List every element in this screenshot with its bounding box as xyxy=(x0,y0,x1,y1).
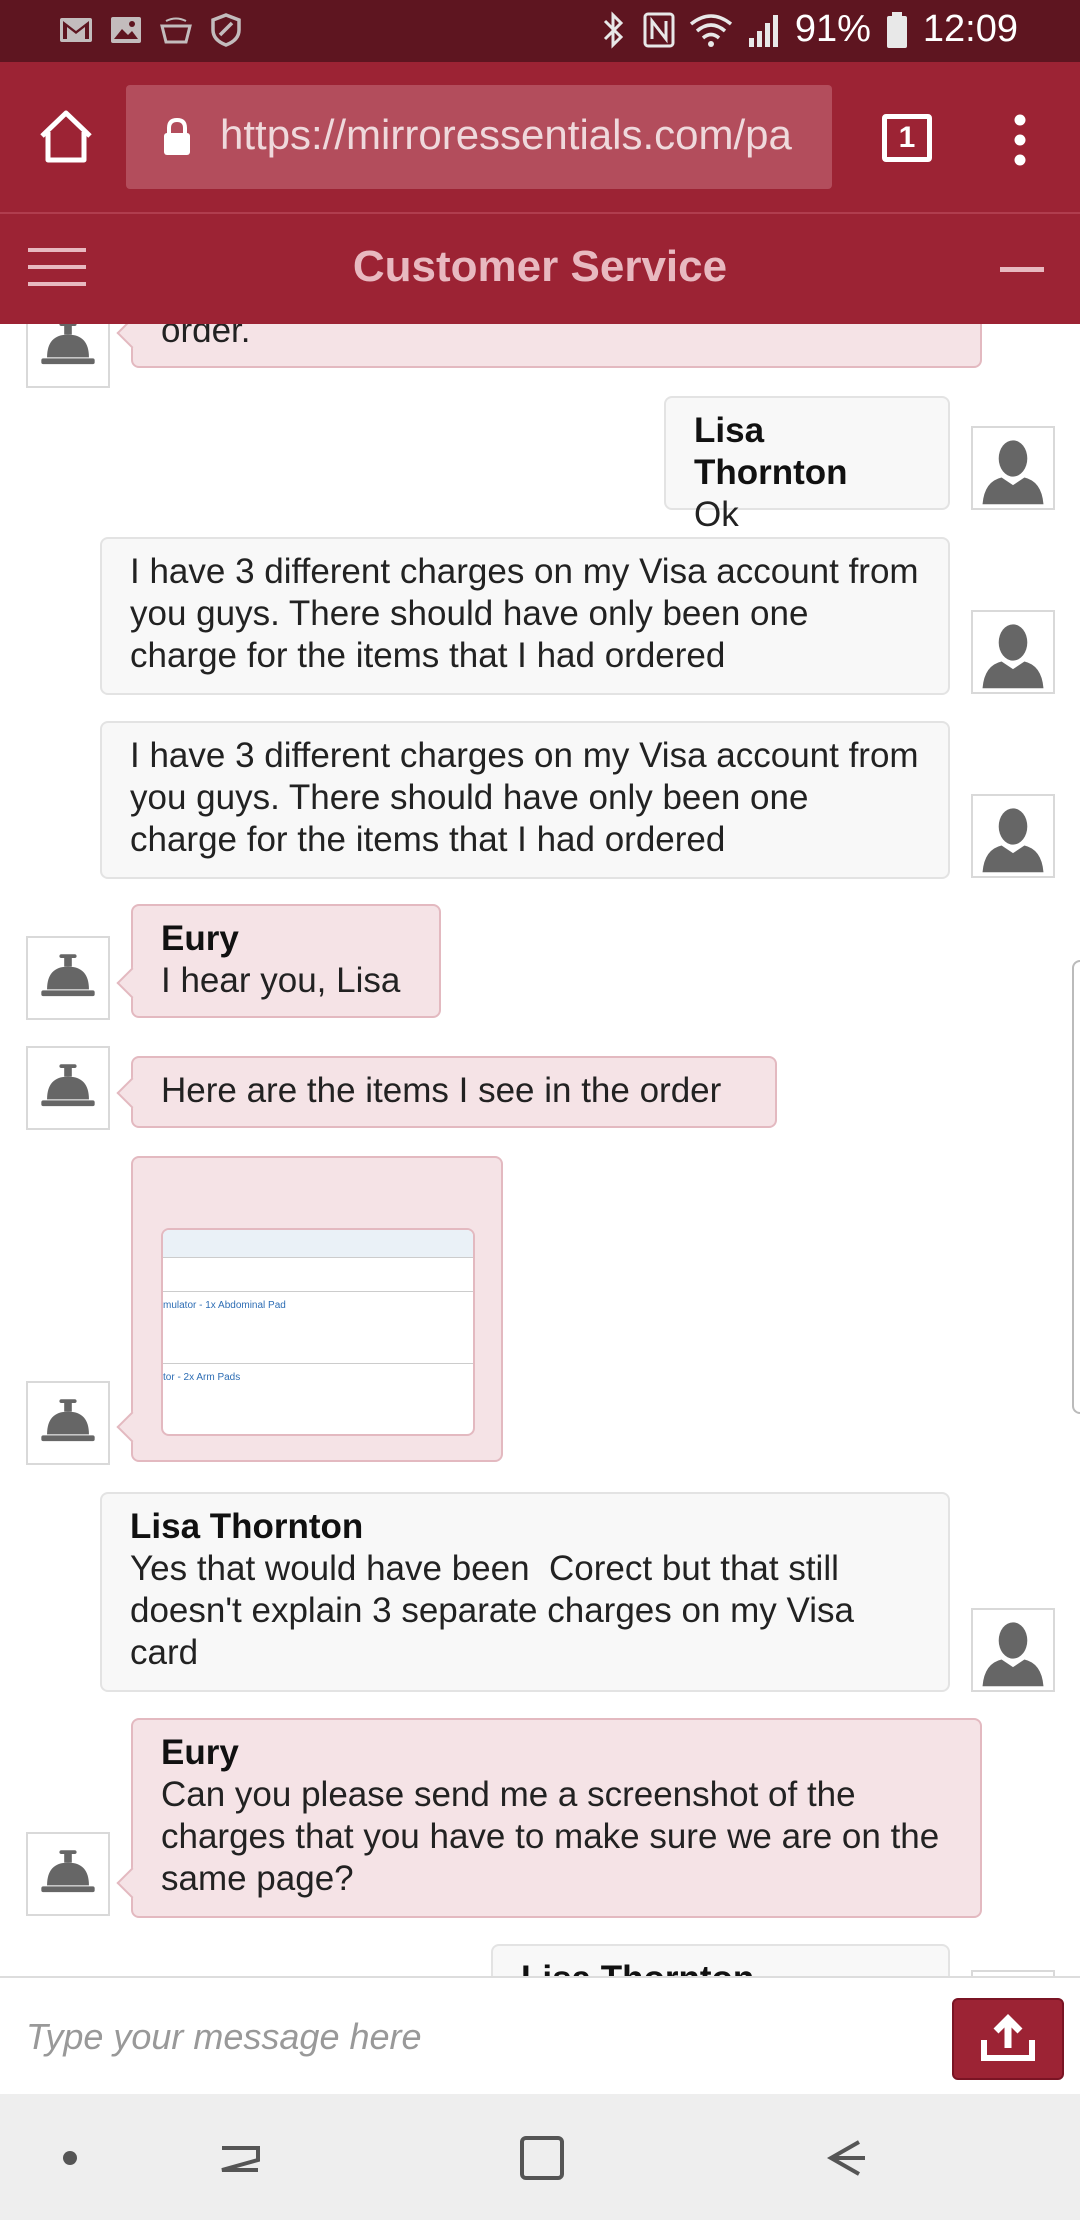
wifi-icon xyxy=(689,13,732,47)
user-avatar xyxy=(971,610,1055,694)
recent-apps-icon[interactable] xyxy=(210,2128,270,2188)
status-bar: 91% 12:09 xyxy=(0,0,1080,62)
message-bubble: Here are the items I see in the order xyxy=(131,1056,777,1128)
battery-percent: 91% xyxy=(794,8,871,50)
message-text: I have 3 different charges on my Visa ac… xyxy=(130,736,929,859)
message-input[interactable] xyxy=(26,2002,906,2072)
message-text: order. xyxy=(161,324,251,350)
nfc-icon xyxy=(643,12,675,47)
message-bubble: I have 3 different charges on my Visa ac… xyxy=(100,537,950,695)
agent-avatar xyxy=(26,1381,110,1465)
address-bar[interactable]: https://mirroressentials.com/pa xyxy=(126,85,832,189)
thumbnail-row xyxy=(163,1258,473,1292)
sender-name: Lisa Thornton xyxy=(521,1958,920,1976)
thumbnail-row: mulator - 1x Abdominal Pad xyxy=(163,1292,473,1364)
message-bubble: I have 3 different charges on my Visa ac… xyxy=(100,721,950,879)
scrollbar[interactable] xyxy=(1072,960,1080,1414)
message-bubble: order. xyxy=(131,324,982,368)
sender-name: Eury xyxy=(161,919,239,958)
message-bubble: Lisa Thornton xyxy=(491,1944,950,1976)
message-text: I have 3 different charges on my Visa ac… xyxy=(130,552,929,675)
minimize-icon[interactable] xyxy=(1000,267,1044,272)
message-text: Can you please send me a screenshot of t… xyxy=(161,1775,949,1898)
home-icon[interactable] xyxy=(36,106,96,166)
person-icon xyxy=(982,808,1044,873)
amazon-icon xyxy=(160,17,192,44)
bell-icon xyxy=(41,954,95,997)
home-button-icon[interactable] xyxy=(512,2128,572,2188)
user-avatar xyxy=(971,1608,1055,1692)
bell-icon xyxy=(41,1399,95,1442)
chat-transcript[interactable]: order. Lisa Thornton Ok I have 3 differe… xyxy=(0,324,1080,1976)
person-icon xyxy=(982,440,1044,505)
url-text: https://mirroressentials.com/pa xyxy=(220,111,792,158)
bell-icon xyxy=(41,1850,95,1893)
bluetooth-icon xyxy=(603,10,623,49)
page-title: Customer Service xyxy=(352,242,728,291)
navigation-bar xyxy=(0,2094,1080,2220)
bell-icon xyxy=(41,1064,95,1107)
agent-avatar xyxy=(26,1046,110,1130)
more-options-icon[interactable] xyxy=(1000,112,1040,168)
system-status: 91% 12:09 xyxy=(599,8,1018,51)
chat-header: Customer Service xyxy=(0,212,1080,324)
image-message-bubble[interactable]: mulator - 1x Abdominal Pad tor - 2x Arm … xyxy=(131,1156,503,1462)
message-bubble: Lisa Thornton Ok xyxy=(664,396,950,534)
message-bubble: Eury Can you please send me a screenshot… xyxy=(131,1718,982,1918)
message-bubble: Lisa Thornton Yes that would have been C… xyxy=(100,1492,950,1692)
message-composer xyxy=(0,1976,1080,2094)
person-icon xyxy=(982,1622,1044,1687)
lock-icon xyxy=(164,118,190,155)
thumbnail-header xyxy=(163,1230,473,1258)
person-icon xyxy=(982,624,1044,689)
message-text: Here are the items I see in the order xyxy=(161,1071,722,1110)
order-screenshot-thumbnail[interactable]: mulator - 1x Abdominal Pad tor - 2x Arm … xyxy=(161,1228,475,1436)
screen: 91% 12:09 https://mirroressentials.com/p… xyxy=(0,0,1080,2220)
gmail-icon xyxy=(60,18,92,42)
notification-icons xyxy=(58,12,244,48)
user-avatar xyxy=(971,794,1055,878)
sender-name: Lisa Thornton xyxy=(130,1507,364,1546)
agent-avatar xyxy=(26,1832,110,1916)
thumbnail-row: tor - 2x Arm Pads xyxy=(163,1372,241,1383)
shield-icon xyxy=(211,13,241,47)
message-text: Ok xyxy=(694,495,739,534)
sender-name: Lisa Thornton xyxy=(694,411,848,492)
dot-icon[interactable] xyxy=(40,2128,100,2188)
upload-icon xyxy=(981,2014,1035,2061)
tab-switcher-button[interactable]: 1 xyxy=(882,114,932,162)
battery-icon xyxy=(886,11,907,48)
sender-name: Eury xyxy=(161,1733,239,1772)
signal-icon xyxy=(748,14,778,47)
message-text: I hear you, Lisa xyxy=(161,961,401,1000)
back-icon[interactable] xyxy=(815,2128,875,2188)
browser-toolbar: https://mirroressentials.com/pa 1 xyxy=(0,62,1080,212)
agent-avatar xyxy=(26,936,110,1020)
agent-avatar xyxy=(26,324,110,388)
message-bubble: Eury I hear you, Lisa xyxy=(131,904,441,1018)
message-text: Yes that would have been Corect but that… xyxy=(130,1549,864,1672)
upload-button[interactable] xyxy=(952,1998,1064,2080)
user-avatar xyxy=(971,426,1055,510)
bell-icon xyxy=(41,324,95,365)
clock: 12:09 xyxy=(922,8,1018,50)
image-icon xyxy=(111,17,141,43)
